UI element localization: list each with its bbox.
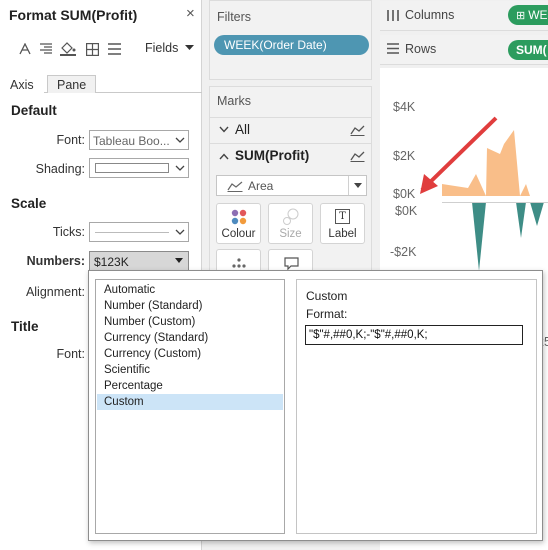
positive-area xyxy=(442,130,530,196)
format-label: Format: xyxy=(306,307,348,321)
format-option-scientific[interactable]: Scientific xyxy=(97,362,283,378)
borders-icon[interactable] xyxy=(84,41,100,57)
custom-format-input[interactable]: "$"#,##0,K;-"$"#,##0,K; xyxy=(305,325,523,345)
axis-label-2k: $2K xyxy=(393,149,416,163)
size-icon xyxy=(283,208,299,225)
custom-format-group: Custom Format: "$"#,##0,K;-"$"#,##0,K; xyxy=(296,279,537,534)
marks-all-row[interactable]: All xyxy=(210,117,371,141)
ticks-label: Ticks: xyxy=(52,225,85,239)
area-mark-icon xyxy=(350,125,365,136)
format-pane-title: Format SUM(Profit) xyxy=(9,7,138,23)
area-mark-icon xyxy=(227,181,243,192)
axis-label-minus-2k: -$2K xyxy=(390,245,417,259)
size-button[interactable]: Size xyxy=(268,203,313,244)
chevron-right-icon xyxy=(219,126,229,133)
chevron-down-icon xyxy=(175,165,185,171)
label-icon: T xyxy=(335,209,350,224)
columns-icon xyxy=(387,10,399,21)
rows-icon xyxy=(387,43,399,54)
marks-all-label: All xyxy=(235,122,251,137)
filter-pill-week-order-date[interactable]: WEEK(Order Date) xyxy=(214,35,369,55)
negative-area-1 xyxy=(472,202,486,271)
ticks-dropdown[interactable] xyxy=(89,222,189,242)
mark-type-value: Area xyxy=(248,179,274,193)
lines-icon[interactable] xyxy=(106,41,122,57)
annotation-arrow-shaft xyxy=(420,116,498,192)
filters-title: Filters xyxy=(217,10,252,24)
caret-down-icon xyxy=(184,45,194,50)
shading-dropdown[interactable] xyxy=(89,158,189,178)
chevron-down-icon xyxy=(175,137,185,143)
label-label: Label xyxy=(328,228,357,240)
tab-pane[interactable]: Pane xyxy=(47,75,97,93)
format-option-currency-custom[interactable]: Currency (Custom) xyxy=(97,346,283,362)
numbers-label: Numbers: xyxy=(26,254,85,268)
format-tabs: Axis Pane xyxy=(0,75,202,94)
fields-dropdown[interactable]: Fields xyxy=(145,41,194,55)
font-value: Tableau Boo... xyxy=(93,134,170,148)
columns-pill-text: WE xyxy=(528,8,548,22)
chevron-down-icon xyxy=(175,229,185,235)
marks-measure-label: SUM(Profit) xyxy=(235,148,310,163)
axis-label-0k-lower: $0K xyxy=(395,204,418,218)
title-font-label: Font: xyxy=(56,347,86,361)
format-option-automatic[interactable]: Automatic xyxy=(97,282,283,298)
colour-label: Colour xyxy=(221,228,256,240)
expand-icon: ⊞ xyxy=(516,10,526,22)
caret-down-icon xyxy=(175,258,183,263)
number-format-popup: Automatic Number (Standard) Number (Cust… xyxy=(88,270,543,541)
caret-down-icon xyxy=(354,183,362,188)
alignment-label: Alignment: xyxy=(25,285,85,299)
shading-swatch xyxy=(95,163,169,173)
format-option-number-custom[interactable]: Number (Custom) xyxy=(97,314,283,330)
scale-section-title: Scale xyxy=(11,196,47,211)
close-icon[interactable]: × xyxy=(186,5,195,22)
marks-card: Marks All SUM(Profit) Area Colour Size T… xyxy=(209,86,372,290)
shading-icon[interactable] xyxy=(60,41,76,57)
axis-label-4k: $4K xyxy=(393,100,416,114)
label-button[interactable]: T Label xyxy=(320,203,365,244)
number-format-list[interactable]: Automatic Number (Standard) Number (Cust… xyxy=(95,279,285,534)
mark-type-dropdown[interactable]: Area xyxy=(216,175,367,196)
fields-label: Fields xyxy=(145,41,179,55)
format-option-number-standard[interactable]: Number (Standard) xyxy=(97,298,283,314)
font-dropdown[interactable]: Tableau Boo... xyxy=(89,130,189,150)
rows-pill[interactable]: SUM( xyxy=(508,40,548,60)
tooltip-icon xyxy=(284,257,299,270)
dropdown-divider xyxy=(348,176,349,195)
negative-area-2 xyxy=(516,202,526,238)
area-mark-icon xyxy=(350,151,365,162)
rows-label: Rows xyxy=(405,42,437,56)
columns-shelf: Columns ⊞ WE xyxy=(380,1,548,31)
tab-axis[interactable]: Axis xyxy=(0,75,44,94)
format-option-percentage[interactable]: Percentage xyxy=(97,378,283,394)
title-section-title: Title xyxy=(11,319,39,334)
colour-icon xyxy=(231,209,247,225)
tick-line-swatch xyxy=(95,232,169,233)
marks-title: Marks xyxy=(217,94,252,108)
colour-button[interactable]: Colour xyxy=(216,203,261,244)
filters-card: Filters WEEK(Order Date) xyxy=(209,0,372,80)
columns-label: Columns xyxy=(405,8,455,22)
rows-pill-text: SUM( xyxy=(516,43,547,57)
size-label: Size xyxy=(279,228,302,240)
detail-icon xyxy=(232,258,246,268)
alignment-icon[interactable] xyxy=(38,41,54,57)
font-label: Font: xyxy=(56,133,86,147)
numbers-value: $123K xyxy=(94,255,129,269)
custom-format-value: "$"#,##0,K;-"$"#,##0,K; xyxy=(309,329,428,341)
format-option-currency-standard[interactable]: Currency (Standard) xyxy=(97,330,283,346)
columns-pill[interactable]: ⊞ WE xyxy=(508,5,548,25)
font-icon[interactable] xyxy=(17,41,33,57)
numbers-dropdown[interactable]: $123K xyxy=(89,251,189,271)
custom-group-title: Custom xyxy=(306,289,348,303)
default-section-title: Default xyxy=(11,103,57,118)
chevron-up-icon xyxy=(219,153,229,160)
rows-shelf: Rows SUM( xyxy=(380,35,548,65)
negative-area-3 xyxy=(530,202,544,226)
axis-label-0k-upper: $0K xyxy=(393,187,416,201)
format-option-custom[interactable]: Custom xyxy=(97,394,283,410)
marks-measure-row[interactable]: SUM(Profit) xyxy=(210,143,371,167)
shading-label: Shading: xyxy=(35,162,85,176)
